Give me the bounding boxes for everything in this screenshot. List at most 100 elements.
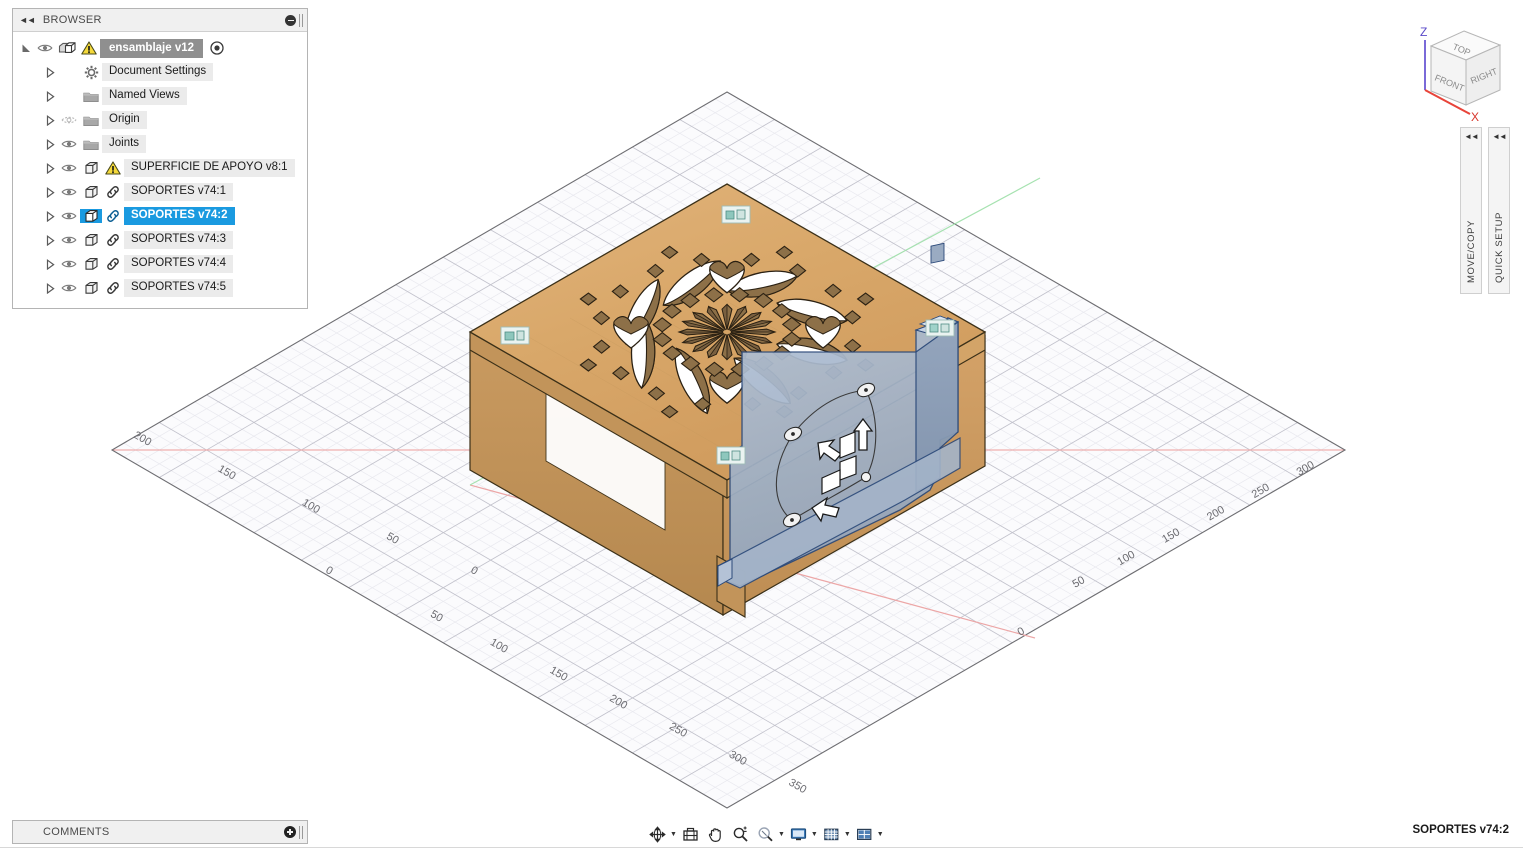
- eye-icon[interactable]: [58, 138, 80, 150]
- quick-setup-panel-label: QUICK SETUP: [1493, 212, 1505, 283]
- chevron-down-icon[interactable]: ▼: [778, 831, 785, 838]
- eye-icon[interactable]: [58, 210, 80, 222]
- zoom-button[interactable]: [729, 822, 752, 846]
- triangle-collapsed-icon[interactable]: [43, 180, 58, 204]
- fit-magnifier-icon[interactable]: [754, 822, 777, 846]
- link-icon[interactable]: [102, 257, 124, 271]
- viewcube-body[interactable]: TOP FRONT RIGHT: [1429, 30, 1502, 106]
- grid-tick-label: 350: [787, 777, 809, 797]
- eye-icon[interactable]: [34, 42, 56, 54]
- collapse-left-arrows-icon[interactable]: ◄◄: [1492, 132, 1507, 141]
- browser-tree[interactable]: ensamblaje v12 Document Settings Named Vie…: [13, 32, 307, 308]
- triangle-collapsed-icon[interactable]: [43, 108, 58, 132]
- eye-icon[interactable]: [58, 186, 80, 198]
- folder-icon: [80, 138, 102, 151]
- minus-circle-icon[interactable]: [285, 15, 296, 26]
- triangle-collapsed-icon[interactable]: [43, 84, 58, 108]
- chevron-down-icon[interactable]: ▼: [877, 831, 884, 838]
- browser-item-row[interactable]: SOPORTES v74:4: [13, 252, 307, 276]
- browser-item-row[interactable]: SUPERFICIE DE APOYO v8:1: [13, 156, 307, 180]
- plus-circle-icon[interactable]: [284, 826, 296, 838]
- assembly-icon: [56, 41, 78, 56]
- viewports-button[interactable]: ▼: [853, 822, 884, 846]
- eye-icon[interactable]: [58, 114, 80, 126]
- browser-item-row[interactable]: Named Views: [13, 84, 307, 108]
- axis-label-z: Z: [1420, 25, 1427, 39]
- browser-root-label: ensamblaje v12: [100, 38, 204, 58]
- chevron-down-icon[interactable]: ▼: [670, 831, 677, 838]
- viewport-layout-icon[interactable]: [853, 822, 876, 846]
- browser-item-label: SOPORTES v74:1: [124, 183, 234, 201]
- browser-header: ◄◄ BROWSER: [13, 9, 307, 32]
- browser-item-label: Document Settings: [102, 63, 214, 81]
- orbit-button[interactable]: ▼: [646, 822, 677, 846]
- browser-panel[interactable]: ◄◄ BROWSER ensamblaje v12 Document Settin…: [12, 8, 308, 309]
- move-copy-panel[interactable]: ◄◄ MOVE/COPY: [1460, 127, 1482, 294]
- collapse-left-arrows-icon[interactable]: ◄◄: [19, 15, 36, 25]
- grid-icon[interactable]: [820, 822, 843, 846]
- axis-label-x: X: [1471, 110, 1479, 124]
- link-icon[interactable]: [102, 281, 124, 295]
- triangle-expanded-icon[interactable]: [19, 36, 34, 60]
- chevron-down-icon[interactable]: ▼: [844, 831, 851, 838]
- eye-icon[interactable]: [58, 258, 80, 270]
- browser-item-row[interactable]: SOPORTES v74:5: [13, 276, 307, 300]
- fusion360-window: 200 150 100 50 0 50 100 150 200 250 300 350 50 100 150…: [0, 0, 1523, 850]
- browser-item-label: SOPORTES v74:2: [124, 207, 235, 225]
- fit-button[interactable]: ▼: [754, 822, 785, 846]
- browser-item-label: SUPERFICIE DE APOYO v8:1: [124, 159, 295, 177]
- orbit-icon[interactable]: [646, 822, 669, 846]
- comments-title: COMMENTS: [43, 826, 110, 838]
- browser-item-row[interactable]: SOPORTES v74:2: [13, 204, 307, 228]
- component-icon: [80, 257, 102, 271]
- monitor-icon[interactable]: [787, 822, 810, 846]
- browser-item-row[interactable]: SOPORTES v74:3: [13, 228, 307, 252]
- warning-triangle-icon[interactable]: [78, 41, 100, 55]
- view-cube[interactable]: Z X TOP FRONT RIGHT: [1390, 18, 1523, 136]
- component-icon: [80, 281, 102, 295]
- bracket-slot: [930, 242, 945, 264]
- link-icon[interactable]: [102, 209, 124, 223]
- triangle-collapsed-icon[interactable]: [43, 204, 58, 228]
- triangle-collapsed-icon[interactable]: [43, 252, 58, 276]
- bottom-divider: [0, 847, 1523, 848]
- radio-target-icon[interactable]: [207, 41, 227, 55]
- eye-icon[interactable]: [58, 282, 80, 294]
- move-copy-panel-label: MOVE/COPY: [1465, 220, 1477, 283]
- status-selected-component: SOPORTES v74:2: [1412, 824, 1509, 836]
- comments-resize-grip[interactable]: [299, 825, 303, 839]
- navigation-toolbar[interactable]: ▼ ▼ ▼ ▼ ▼: [646, 822, 884, 846]
- eye-icon[interactable]: [58, 234, 80, 246]
- browser-item-row[interactable]: Document Settings: [13, 60, 307, 84]
- triangle-collapsed-icon[interactable]: [43, 156, 58, 180]
- browser-item-label: SOPORTES v74:4: [124, 255, 234, 273]
- display-settings-button[interactable]: ▼: [787, 822, 818, 846]
- browser-item-row[interactable]: SOPORTES v74:1: [13, 180, 307, 204]
- collapse-left-arrows-icon[interactable]: ◄◄: [1464, 132, 1479, 141]
- link-icon[interactable]: [102, 185, 124, 199]
- triangle-collapsed-icon[interactable]: [43, 228, 58, 252]
- triangle-collapsed-icon[interactable]: [43, 132, 58, 156]
- chevron-down-icon[interactable]: ▼: [811, 831, 818, 838]
- warning-triangle-icon[interactable]: [102, 161, 124, 175]
- triangle-collapsed-icon[interactable]: [43, 60, 58, 84]
- browser-item-row[interactable]: Joints: [13, 132, 307, 156]
- browser-item-row[interactable]: Origin: [13, 108, 307, 132]
- folder-icon: [80, 90, 102, 103]
- triangle-collapsed-icon[interactable]: [43, 276, 58, 300]
- browser-title: BROWSER: [42, 14, 102, 26]
- link-icon[interactable]: [102, 233, 124, 247]
- component-icon: [80, 185, 102, 199]
- browser-root-row[interactable]: ensamblaje v12: [13, 36, 307, 60]
- comments-panel[interactable]: COMMENTS: [12, 820, 308, 844]
- eye-icon[interactable]: [58, 162, 80, 174]
- component-icon: [80, 161, 102, 175]
- look-at-button[interactable]: [679, 822, 702, 846]
- grid-snaps-button[interactable]: ▼: [820, 822, 851, 846]
- browser-item-label: SOPORTES v74:5: [124, 279, 234, 297]
- pan-hand-button[interactable]: [704, 822, 727, 846]
- browser-item-label: Joints: [102, 135, 147, 153]
- panel-resize-grip[interactable]: [299, 14, 303, 27]
- folder-icon: [80, 114, 102, 127]
- quick-setup-panel[interactable]: ◄◄ QUICK SETUP: [1488, 127, 1510, 294]
